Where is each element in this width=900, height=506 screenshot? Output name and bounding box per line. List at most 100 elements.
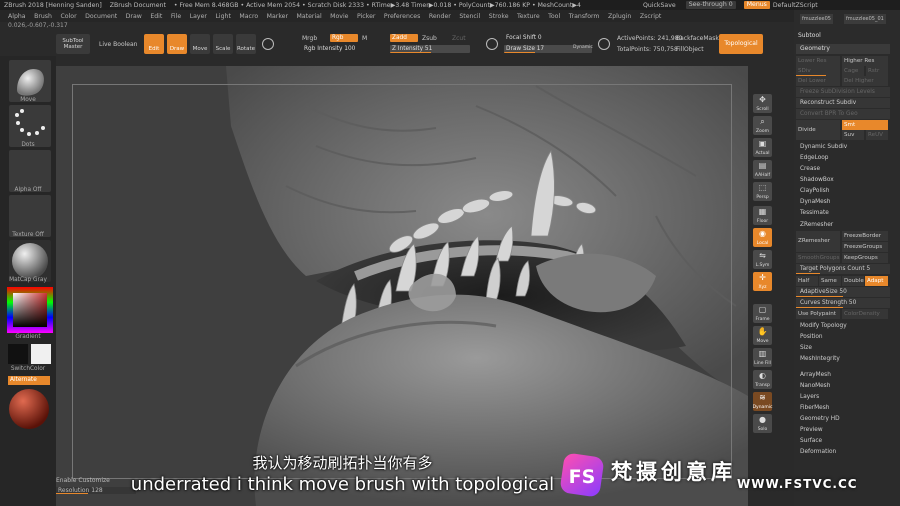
menu-document[interactable]: Document <box>85 13 117 20</box>
subtool-section[interactable]: Subtool <box>798 32 821 39</box>
secondary-color-swatch[interactable] <box>31 344 51 364</box>
zadd-toggle[interactable]: Zadd <box>390 34 418 42</box>
texture-selector[interactable] <box>9 195 51 237</box>
viewport-canvas[interactable] <box>56 66 748 506</box>
menu-light[interactable]: Light <box>215 13 230 20</box>
topological-button[interactable]: Topological <box>719 34 763 54</box>
freeze-subdiv-button[interactable]: Freeze SubDivision Levels <box>796 87 890 97</box>
color-density-slider[interactable]: ColorDensity <box>842 309 888 319</box>
shelf-frame-button[interactable]: ▢ Frame <box>753 304 772 323</box>
shelf-l-sym-button[interactable]: ⇋ L.Sym <box>753 250 772 269</box>
suv-toggle[interactable]: Suv <box>842 130 864 140</box>
menu-zplugin[interactable]: Zplugin <box>608 13 631 20</box>
edit-button[interactable]: Edit <box>144 34 164 54</box>
del-lower-button[interactable]: Del Lower <box>796 76 840 86</box>
switchcolor-label[interactable]: SwitchColor <box>0 366 56 372</box>
menu-macro[interactable]: Macro <box>239 13 258 20</box>
live-boolean-toggle[interactable]: Live Boolean <box>99 41 137 48</box>
del-higher-button[interactable]: Del Higher <box>842 76 888 86</box>
draw-button[interactable]: Draw <box>167 34 187 54</box>
zremesher-section[interactable]: ZRemesher <box>796 220 890 230</box>
sdiv-slider[interactable]: SDiv <box>796 66 840 76</box>
menu-alpha[interactable]: Alpha <box>8 13 26 20</box>
divide-button[interactable]: Divide <box>796 120 840 140</box>
cage-button[interactable]: Cage <box>842 66 864 76</box>
shelf-floor-button[interactable]: ▦ Floor <box>753 206 772 225</box>
backface-mask-toggle[interactable]: BackfaceMask <box>676 35 719 42</box>
same-button[interactable]: Same <box>819 276 841 286</box>
brush-selector[interactable] <box>9 60 51 102</box>
edgeloop-section[interactable]: EdgeLoop <box>796 153 890 163</box>
menu-zscript[interactable]: Zscript <box>640 13 661 20</box>
half-button[interactable]: Half <box>796 276 818 286</box>
menu-preferences[interactable]: Preferences <box>384 13 420 20</box>
adapt-toggle[interactable]: Adapt <box>865 276 888 286</box>
zcut-toggle[interactable]: Zcut <box>452 35 466 42</box>
menus-button[interactable]: Menus <box>743 1 770 9</box>
submenu-arraymesh[interactable]: ArrayMesh <box>800 372 831 378</box>
modify-topology-section[interactable]: Modify Topology <box>796 321 890 331</box>
menu-transform[interactable]: Transform <box>569 13 600 20</box>
menu-tool[interactable]: Tool <box>548 13 560 20</box>
reuv-toggle[interactable]: ReUV <box>866 130 888 140</box>
reconstruct-subdiv-button[interactable]: Reconstruct Subdiv <box>796 98 890 108</box>
size-section[interactable]: Size <box>796 343 890 353</box>
menu-draw[interactable]: Draw <box>126 13 142 20</box>
shelf-line-fill-button[interactable]: ▥ Line Fill <box>753 348 772 367</box>
subtool-thumb-2[interactable]: fmuzzlee05_01 <box>844 14 886 24</box>
focal-shift-slider[interactable]: Focal Shift 0 <box>504 34 592 42</box>
freeze-border-toggle[interactable]: FreezeBorder <box>842 231 888 241</box>
submenu-layers[interactable]: Layers <box>800 394 819 400</box>
menu-movie[interactable]: Movie <box>330 13 348 20</box>
zremesher-button[interactable]: ZRemesher <box>796 231 840 252</box>
shadowbox-section[interactable]: ShadowBox <box>796 175 890 185</box>
shelf-zoom-button[interactable]: ⌕ Zoom <box>753 116 772 135</box>
rstr-button[interactable]: Rstr <box>866 66 888 76</box>
menu-picker[interactable]: Picker <box>357 13 375 20</box>
menu-texture[interactable]: Texture <box>517 13 540 20</box>
submenu-preview[interactable]: Preview <box>800 427 823 433</box>
move-button[interactable]: Move <box>190 34 210 54</box>
rgb-toggle[interactable]: Rgb <box>330 34 358 42</box>
menu-render[interactable]: Render <box>429 13 451 20</box>
document-label[interactable]: ZBrush Document <box>110 2 166 9</box>
menu-file[interactable]: File <box>171 13 181 20</box>
gear-icon[interactable] <box>262 38 274 50</box>
convert-bpr-button[interactable]: Convert BPR To Geo <box>796 109 890 119</box>
z-intensity-slider[interactable]: Z Intensity 51 <box>390 45 470 53</box>
curves-strength-slider[interactable]: Curves Strength 50 <box>796 298 890 308</box>
material-preview-sphere[interactable] <box>8 388 50 430</box>
primary-color-swatch[interactable] <box>8 344 28 364</box>
target-polygons-slider[interactable]: Target Polygons Count 5 <box>796 264 890 274</box>
subtool-thumb-1[interactable]: fmuzzlee05 <box>800 14 833 24</box>
fill-object-button[interactable]: FillObject <box>676 46 704 53</box>
shelf-move-button[interactable]: ✋ Move <box>753 326 772 345</box>
see-through-slider[interactable]: See-through 0 <box>685 1 736 9</box>
subtool-master-button[interactable]: SubTool Master <box>56 34 90 54</box>
rotate-button[interactable]: Rotate <box>236 34 256 54</box>
higher-res-button[interactable]: Higher Res <box>842 56 888 66</box>
lower-res-button[interactable]: Lower Res <box>796 56 840 66</box>
shelf-xyz-button[interactable]: ✛ Xyz <box>753 272 772 291</box>
shelf-solo-button[interactable]: ● Solo <box>753 414 772 433</box>
rgb-intensity-slider[interactable]: Rgb Intensity 100 <box>302 45 382 53</box>
smooth-groups-slider[interactable]: SmoothGroups <box>796 253 840 263</box>
shelf-local-button[interactable]: ◉ Local <box>753 228 772 247</box>
keep-groups-toggle[interactable]: KeepGroups <box>842 253 888 263</box>
smt-toggle[interactable]: Smt <box>842 120 888 130</box>
dynamic-subdiv-section[interactable]: Dynamic Subdiv <box>796 142 890 152</box>
shelf-aahalf-button[interactable]: ▤ AAHalf <box>753 160 772 179</box>
tessimate-section[interactable]: Tessimate <box>796 208 890 218</box>
submenu-fibermesh[interactable]: FiberMesh <box>800 405 829 411</box>
alpha-selector[interactable] <box>9 150 51 192</box>
crease-section[interactable]: Crease <box>796 164 890 174</box>
shelf-actual-button[interactable]: ▣ Actual <box>753 138 772 157</box>
shelf-dynamic-button[interactable]: ≋ Dynamic <box>753 392 772 411</box>
mrgb-toggle[interactable]: Mrgb <box>302 35 317 42</box>
position-section[interactable]: Position <box>796 332 890 342</box>
menu-stencil[interactable]: Stencil <box>459 13 480 20</box>
dynamic-toggle[interactable]: Dynamic <box>573 45 593 50</box>
dynamesh-section[interactable]: DynaMesh <box>796 197 890 207</box>
m-toggle[interactable]: M <box>362 35 367 42</box>
menu-edit[interactable]: Edit <box>150 13 162 20</box>
